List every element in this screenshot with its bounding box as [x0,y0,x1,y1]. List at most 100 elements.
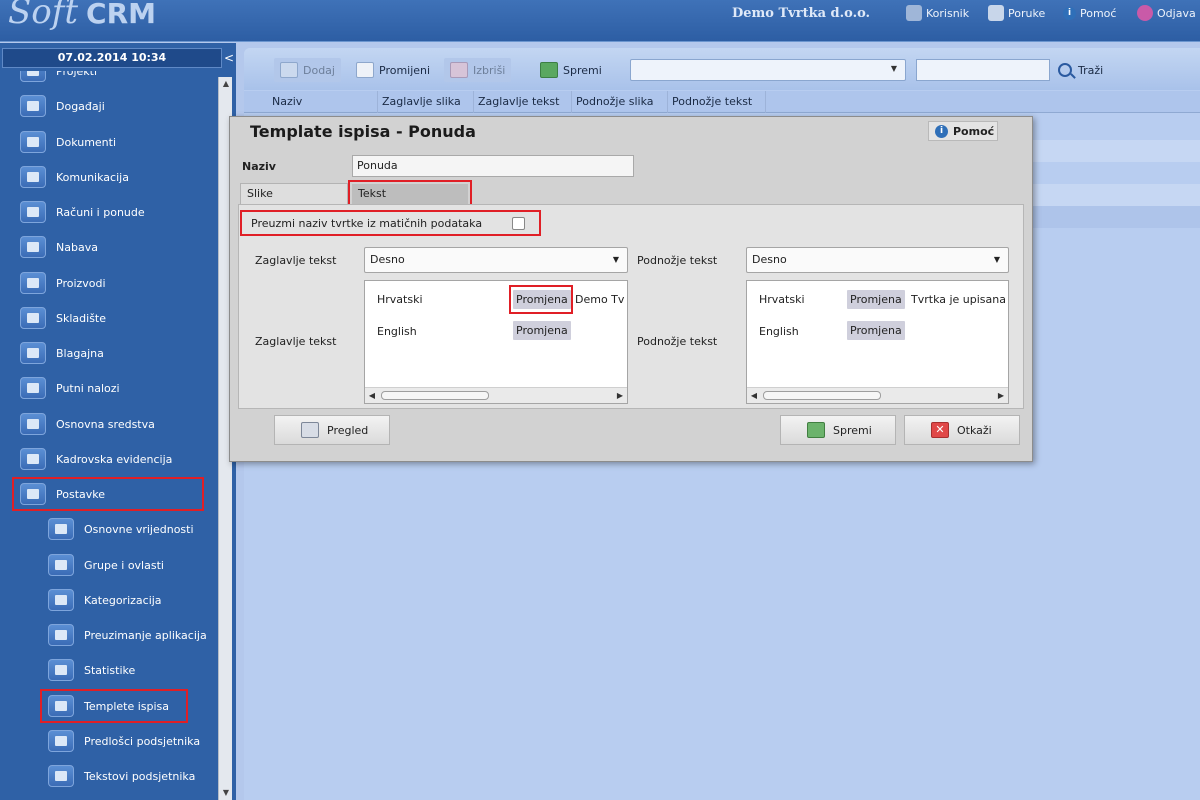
basic-values-icon [48,518,74,540]
footer-hscroll[interactable]: ◀ ▶ [747,387,1008,403]
sidebar-item-label: Grupe i ovlasti [84,558,164,572]
sidebar-item-nabava[interactable]: Nabava [20,230,98,264]
footer-hr-change-button[interactable]: Promjena [847,290,905,309]
products-icon [20,272,46,294]
help-link[interactable]: i Pomoć [1063,2,1116,24]
sidebar-item-label: Blagajna [56,346,104,360]
scroll-down-arrow-icon[interactable]: ▼ [219,786,233,800]
company-name-checkbox-row[interactable]: Preuzmi naziv tvrtke iz matičnih podatak… [240,210,541,236]
power-icon [1137,5,1153,21]
sidebar-item-label: Kategorizacija [84,593,162,607]
sidebar-item-grupe-i-ovlasti[interactable]: Grupe i ovlasti [48,548,164,582]
sidebar-item-label: Proizvodi [56,276,106,290]
invoices-icon [20,201,46,223]
sidebar-item-templete-ispisa[interactable]: Templete ispisa [40,689,188,723]
logout-link[interactable]: Odjava [1137,2,1196,24]
preview-button[interactable]: Pregled [274,415,390,445]
tab-slike[interactable]: Slike [240,183,348,205]
column-header-header-image[interactable]: Zaglavlje slika [378,91,474,113]
scroll-right-arrow-icon[interactable]: ▶ [613,388,627,403]
printer-icon [301,422,319,438]
sidebar-item-statistike[interactable]: Statistike [48,653,135,687]
column-header-header-text[interactable]: Zaglavlje tekst [474,91,572,113]
sidebar-item-predlo-ci-podsjetnika[interactable]: Predlošci podsjetnika [48,724,200,758]
footer-lang-hr: Hrvatski [759,293,805,306]
delete-icon [450,62,468,78]
events-icon [20,95,46,117]
scroll-thumb[interactable] [763,391,881,400]
sidebar-item-kategorizacija[interactable]: Kategorizacija [48,583,162,617]
scroll-up-arrow-icon[interactable]: ▲ [219,77,233,91]
categorization-icon [48,589,74,611]
column-header-naziv[interactable]: Naziv [268,91,378,113]
company-name-checkbox[interactable] [512,217,525,230]
sidebar-item-doga-aji[interactable]: Događaji [20,89,105,123]
app-download-icon [48,624,74,646]
search-button[interactable]: Traži [1058,59,1103,81]
sidebar-item-preuzimanje-aplikacija[interactable]: Preuzimanje aplikacija [48,618,207,652]
user-link[interactable]: Korisnik [906,2,969,24]
checkbox-label: Preuzmi naziv tvrtke iz matičnih podatak… [251,216,483,230]
save-toolbar-button[interactable]: Spremi [534,58,608,82]
column-header-footer-text[interactable]: Podnožje tekst [668,91,766,113]
sidebar-item-osnovna-sredstva[interactable]: Osnovna sredstva [20,407,155,441]
scroll-left-arrow-icon[interactable]: ◀ [747,388,761,403]
filter-dropdown[interactable]: ▼ [630,59,906,81]
header-en-change-button[interactable]: Promjena [513,321,571,340]
envelope-icon [988,5,1004,21]
name-input[interactable]: Ponuda [352,155,634,177]
sidebar: 07.02.2014 10:34 < Projekti Događaji Dokum… [0,43,236,800]
header-hscroll[interactable]: ◀ ▶ [365,387,627,403]
sidebar-item-osnovne-vrijednosti[interactable]: Osnovne vrijednosti [48,512,194,546]
save-dialog-button[interactable]: Spremi [780,415,896,445]
sidebar-item-postavke[interactable]: Postavke [12,477,204,511]
sidebar-item-dokumenti[interactable]: Dokumenti [20,125,116,159]
collapse-sidebar-button[interactable]: < [222,48,236,68]
sidebar-item-kadrovska-evidencija[interactable]: Kadrovska evidencija [20,442,172,476]
add-button[interactable]: Dodaj [274,58,341,82]
header-align-select[interactable]: ▼ Desno [364,247,628,273]
tab-tekst-label: Tekst [352,184,468,204]
scroll-thumb[interactable] [381,391,489,400]
dialog-help-button[interactable]: i Pomoć [928,121,998,141]
edit-button[interactable]: Promijeni [350,58,436,82]
messages-link[interactable]: Poruke [988,2,1045,24]
sidebar-item-skladi-te[interactable]: Skladište [20,301,106,335]
documents-icon [20,131,46,153]
search-input[interactable] [916,59,1050,81]
header-hr-change-button[interactable]: Promjena [513,290,571,309]
settings-tools-icon [20,483,46,505]
header-text-box: Hrvatski Promjena Demo Tv English Promje… [364,280,628,404]
sidebar-item-proizvodi[interactable]: Proizvodi [20,266,106,300]
sidebar-item-label: Skladište [56,311,106,325]
sidebar-nav: Projekti Događaji Dokumenti Komunikacija Rač… [0,71,218,800]
sidebar-item-blagajna[interactable]: Blagajna [20,336,104,370]
user-icon [906,5,922,21]
sidebar-item-label: Kadrovska evidencija [56,452,173,466]
sidebar-item-projekti[interactable]: Projekti [20,71,97,88]
sidebar-item-putni-nalozi[interactable]: Putni nalozi [20,371,120,405]
top-header: Soft CRM Demo Tvrtka d.o.o. Korisnik Poru… [0,0,1200,42]
reminder-texts-icon [48,765,74,787]
cancel-button[interactable]: ✕ Otkaži [904,415,1020,445]
sidebar-item-label: Komunikacija [56,170,129,184]
sidebar-item-label: Osnovne vrijednosti [84,522,194,536]
sidebar-item-tekstovi-podsjetnika[interactable]: Tekstovi podsjetnika [48,759,195,793]
sidebar-item-komunikacija[interactable]: Komunikacija [20,160,129,194]
close-icon: ✕ [931,422,949,438]
reminder-templates-icon [48,730,74,752]
column-header-footer-image[interactable]: Podnožje slika [572,91,668,113]
sidebar-item-label: Projekti [56,71,98,78]
sidebar-item-ra-uni-i-ponude[interactable]: Računi i ponude [20,195,145,229]
communication-icon [20,166,46,188]
sidebar-item-label: Računi i ponude [56,205,145,219]
footer-align-select[interactable]: ▼ Desno [746,247,1009,273]
footer-align-label: Podnožje tekst [637,254,718,267]
scroll-right-arrow-icon[interactable]: ▶ [994,388,1008,403]
chevron-down-icon: ▼ [612,255,619,264]
footer-en-change-button[interactable]: Promjena [847,321,905,340]
header-hr-change-highlight: Promjena [509,285,573,314]
toolbar: Dodaj Promijeni Izbriši Spremi ▼ Traži [244,48,1200,90]
delete-button[interactable]: Izbriši [444,58,512,82]
scroll-left-arrow-icon[interactable]: ◀ [365,388,379,403]
